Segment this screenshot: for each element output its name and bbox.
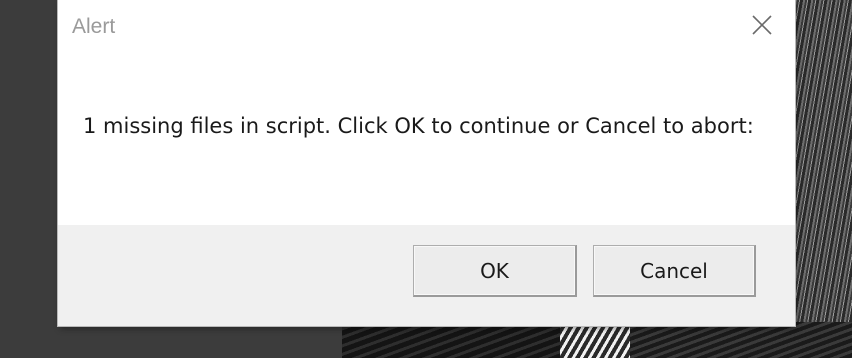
- dialog-footer: OK Cancel: [58, 225, 795, 326]
- dialog-title: Alert: [72, 15, 116, 38]
- close-icon: [751, 14, 773, 41]
- dialog-message: 1 missing files in script. Click OK to c…: [83, 114, 754, 138]
- background-photo-dark-right: [630, 322, 852, 358]
- background-photo-fur: [795, 0, 852, 322]
- ok-button[interactable]: OK: [413, 245, 577, 297]
- background-photo-stripes: [560, 322, 630, 358]
- cancel-button[interactable]: Cancel: [593, 245, 756, 297]
- alert-dialog: Alert 1 missing files in script. Click O…: [58, 0, 795, 326]
- close-button[interactable]: [745, 10, 779, 44]
- background-photo-dark: [342, 322, 560, 358]
